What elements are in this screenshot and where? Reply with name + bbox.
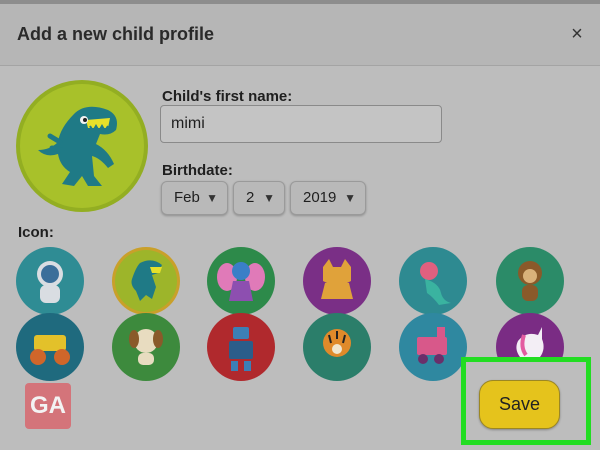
- save-button[interactable]: Save: [479, 380, 560, 429]
- robot-icon[interactable]: [207, 313, 275, 381]
- monkey-icon[interactable]: [496, 247, 564, 315]
- birthdate-label: Birthdate:: [162, 162, 233, 179]
- dialog-header: Add a new child profile ×: [0, 4, 600, 66]
- child-name-label: Child's first name:: [162, 88, 293, 105]
- chevron-down-icon: ▼: [344, 191, 356, 205]
- icon-label: Icon:: [18, 224, 54, 241]
- monster-truck-icon[interactable]: [16, 313, 84, 381]
- birth-year-value: 2019: [303, 189, 337, 206]
- ga-logo: GA: [25, 383, 71, 429]
- birth-day-select[interactable]: 2 ▼: [233, 181, 285, 215]
- birth-month-select[interactable]: Feb ▼: [161, 181, 228, 215]
- astronaut-icon[interactable]: [16, 247, 84, 315]
- cat-icon[interactable]: [303, 247, 371, 315]
- child-name-field[interactable]: [160, 105, 442, 143]
- dinosaur-icon[interactable]: [112, 247, 180, 315]
- birth-day-value: 2: [246, 189, 255, 206]
- chevron-down-icon: ▼: [206, 191, 218, 205]
- train-icon[interactable]: [399, 313, 467, 381]
- fairy-icon[interactable]: [207, 247, 275, 315]
- tiger-icon[interactable]: [303, 313, 371, 381]
- chevron-down-icon: ▼: [263, 191, 275, 205]
- dialog-title: Add a new child profile: [17, 24, 215, 44]
- mermaid-icon[interactable]: [399, 247, 467, 315]
- birth-month-value: Feb: [174, 189, 200, 206]
- birth-year-select[interactable]: 2019 ▼: [290, 181, 366, 215]
- puppy-icon[interactable]: [112, 313, 180, 381]
- avatar-preview-dinosaur-icon: [16, 80, 148, 212]
- close-icon[interactable]: ×: [568, 22, 586, 46]
